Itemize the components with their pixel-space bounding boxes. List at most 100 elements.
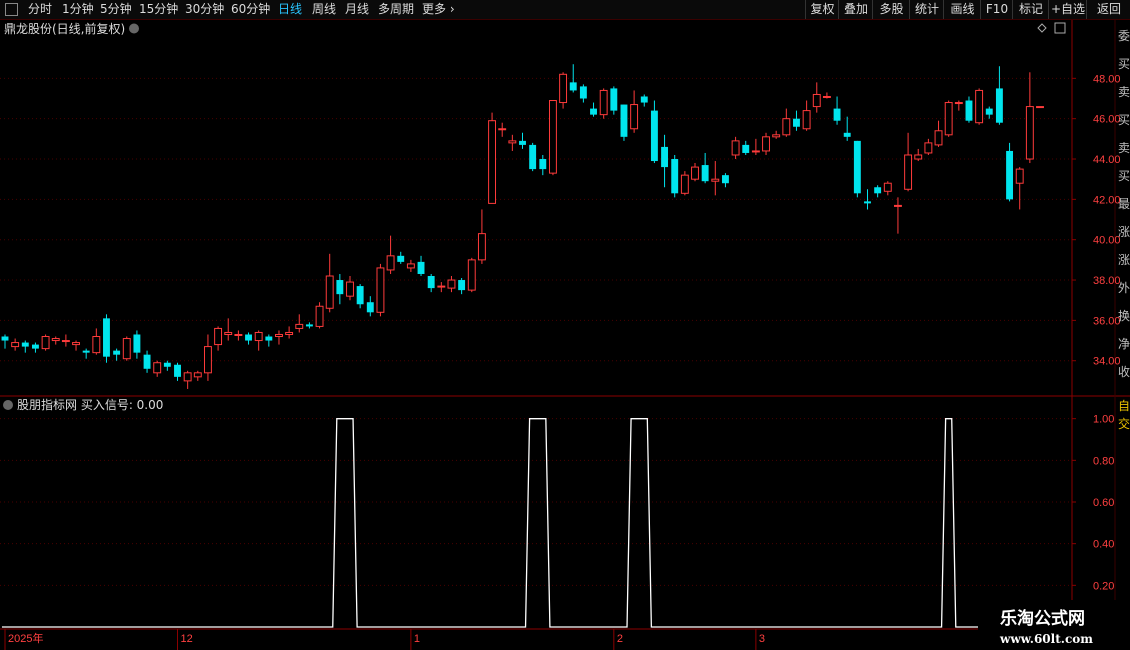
candle-body-up[interactable] [72, 342, 80, 346]
candle-body-up[interactable] [122, 338, 131, 360]
candle-body-up[interactable] [975, 89, 984, 124]
candle-body-up[interactable] [914, 154, 923, 160]
candle-body-up[interactable] [731, 140, 740, 156]
period-tab-8[interactable]: 月线 [345, 1, 369, 18]
buy-signal-line[interactable] [1, 418, 1074, 628]
candle-body-up[interactable] [346, 281, 354, 297]
period-tab-4[interactable]: 30分钟 [185, 1, 224, 18]
candle-body-up[interactable] [944, 102, 953, 136]
candle-body-up[interactable] [467, 259, 476, 291]
candle-body-up[interactable] [691, 166, 699, 180]
candle-body-up[interactable] [954, 102, 963, 105]
period-tab-0[interactable]: 分时 [28, 1, 52, 18]
candle-body-down[interactable] [265, 336, 273, 341]
window-icon[interactable] [5, 3, 18, 16]
candle-body-up[interactable] [883, 182, 892, 192]
candle-body-up[interactable] [782, 118, 791, 136]
period-tab-10[interactable]: 更多 › [422, 1, 455, 18]
candle-body-down[interactable] [305, 324, 313, 327]
candle-body-up[interactable] [41, 336, 50, 350]
candle-body-up[interactable] [295, 323, 304, 329]
candle-body-up[interactable] [822, 95, 831, 98]
toolbar-button-8[interactable]: 返回 [1086, 0, 1130, 19]
candle-body-down[interactable] [742, 144, 750, 153]
candle-body-down[interactable] [590, 108, 597, 115]
candle-body-up[interactable] [61, 340, 70, 343]
candle-body-down[interactable] [833, 108, 841, 121]
candle-body-up[interactable] [812, 93, 821, 108]
toolbar-button-5[interactable]: F10 [980, 0, 1013, 19]
candle-body-up[interactable] [203, 346, 212, 374]
candle-body-up[interactable] [488, 120, 497, 204]
candle-body-up[interactable] [893, 204, 902, 207]
candle-body-up[interactable] [214, 327, 223, 346]
candle-body-up[interactable] [934, 130, 943, 146]
candle-body-down[interactable] [366, 302, 374, 313]
candle-body-down[interactable] [620, 104, 628, 137]
candle-body-up[interactable] [802, 110, 811, 130]
candle-body-up[interactable] [376, 267, 385, 313]
candle-body-down[interactable] [113, 350, 121, 355]
candle-body-down[interactable] [529, 144, 537, 170]
period-tab-2[interactable]: 5分钟 [100, 1, 132, 18]
candle-body-down[interactable] [793, 118, 800, 127]
candle-body-up[interactable] [315, 305, 324, 327]
indicator-collapse-icon[interactable] [3, 400, 13, 410]
candle-body-down[interactable] [427, 276, 435, 289]
candle-body-up[interactable] [680, 174, 689, 194]
toolbar-button-4[interactable]: 画线 [943, 0, 981, 19]
candle-body-down[interactable] [640, 96, 648, 103]
candle-body-down[interactable] [143, 354, 151, 369]
candle-body-up[interactable] [498, 128, 507, 131]
candle-body-up[interactable] [406, 263, 415, 269]
candle-body-up[interactable] [224, 331, 233, 335]
candle-body-up[interactable] [1015, 168, 1024, 184]
toolbar-button-6[interactable]: 标记 [1012, 0, 1049, 19]
candle-body-up[interactable] [275, 333, 283, 338]
candle-body-up[interactable] [924, 142, 933, 154]
candle-body-up[interactable] [386, 255, 395, 271]
candle-body-up[interactable] [508, 140, 517, 144]
toolbar-button-1[interactable]: 叠加 [838, 0, 873, 19]
toolbar-button-3[interactable]: 统计 [909, 0, 944, 19]
candle-body-up[interactable] [254, 331, 263, 342]
candle-body-down[interactable] [417, 261, 425, 274]
candle-body-down[interactable] [843, 132, 851, 137]
candle-body-up[interactable] [92, 336, 101, 354]
candle-body-up[interactable] [11, 342, 20, 348]
toolbar-button-7[interactable]: +自选 [1048, 0, 1087, 19]
candle-body-down[interactable] [458, 280, 466, 291]
period-tab-1[interactable]: 1分钟 [62, 1, 94, 18]
candle-body-down[interactable] [356, 286, 364, 305]
candle-body-down[interactable] [397, 255, 405, 262]
candle-body-up[interactable] [904, 154, 913, 190]
candle-body-up[interactable] [711, 178, 720, 182]
candle-body-up[interactable] [559, 73, 568, 104]
candle-body-down[interactable] [965, 100, 973, 121]
period-tab-3[interactable]: 15分钟 [139, 1, 178, 18]
candle-body-down[interactable] [650, 110, 658, 162]
candle-body-down[interactable] [721, 175, 729, 184]
candle-body-up[interactable] [772, 134, 781, 138]
candle-body-down[interactable] [103, 318, 110, 357]
candle-body-up[interactable] [599, 89, 608, 116]
candle-body-down[interactable] [701, 165, 709, 182]
candle-body-down[interactable] [579, 86, 587, 99]
candle-body-up[interactable] [234, 333, 243, 336]
period-tab-9[interactable]: 多周期 [378, 1, 414, 18]
candle-body-down[interactable] [610, 88, 618, 111]
candle-body-down[interactable] [539, 159, 547, 170]
candle-body-down[interactable] [133, 334, 141, 353]
candle-body-down[interactable] [519, 140, 526, 145]
stock-chart[interactable]: 34.00 36.00 38.00 40.00 42.00 44.00 46.00 48.00… [0, 20, 1130, 650]
candle-body-up[interactable] [285, 331, 294, 335]
candle-body-down[interactable] [985, 108, 993, 115]
panel-settings-icon[interactable] [1054, 22, 1066, 34]
candle-body-up[interactable] [548, 100, 557, 174]
candle-body-down[interactable] [163, 362, 171, 367]
candle-body-up[interactable] [51, 338, 60, 342]
candle-body-down[interactable] [671, 159, 679, 194]
candle-body-up[interactable] [447, 279, 456, 289]
candle-body-down[interactable] [569, 82, 577, 91]
candle-body-down[interactable] [661, 146, 669, 168]
